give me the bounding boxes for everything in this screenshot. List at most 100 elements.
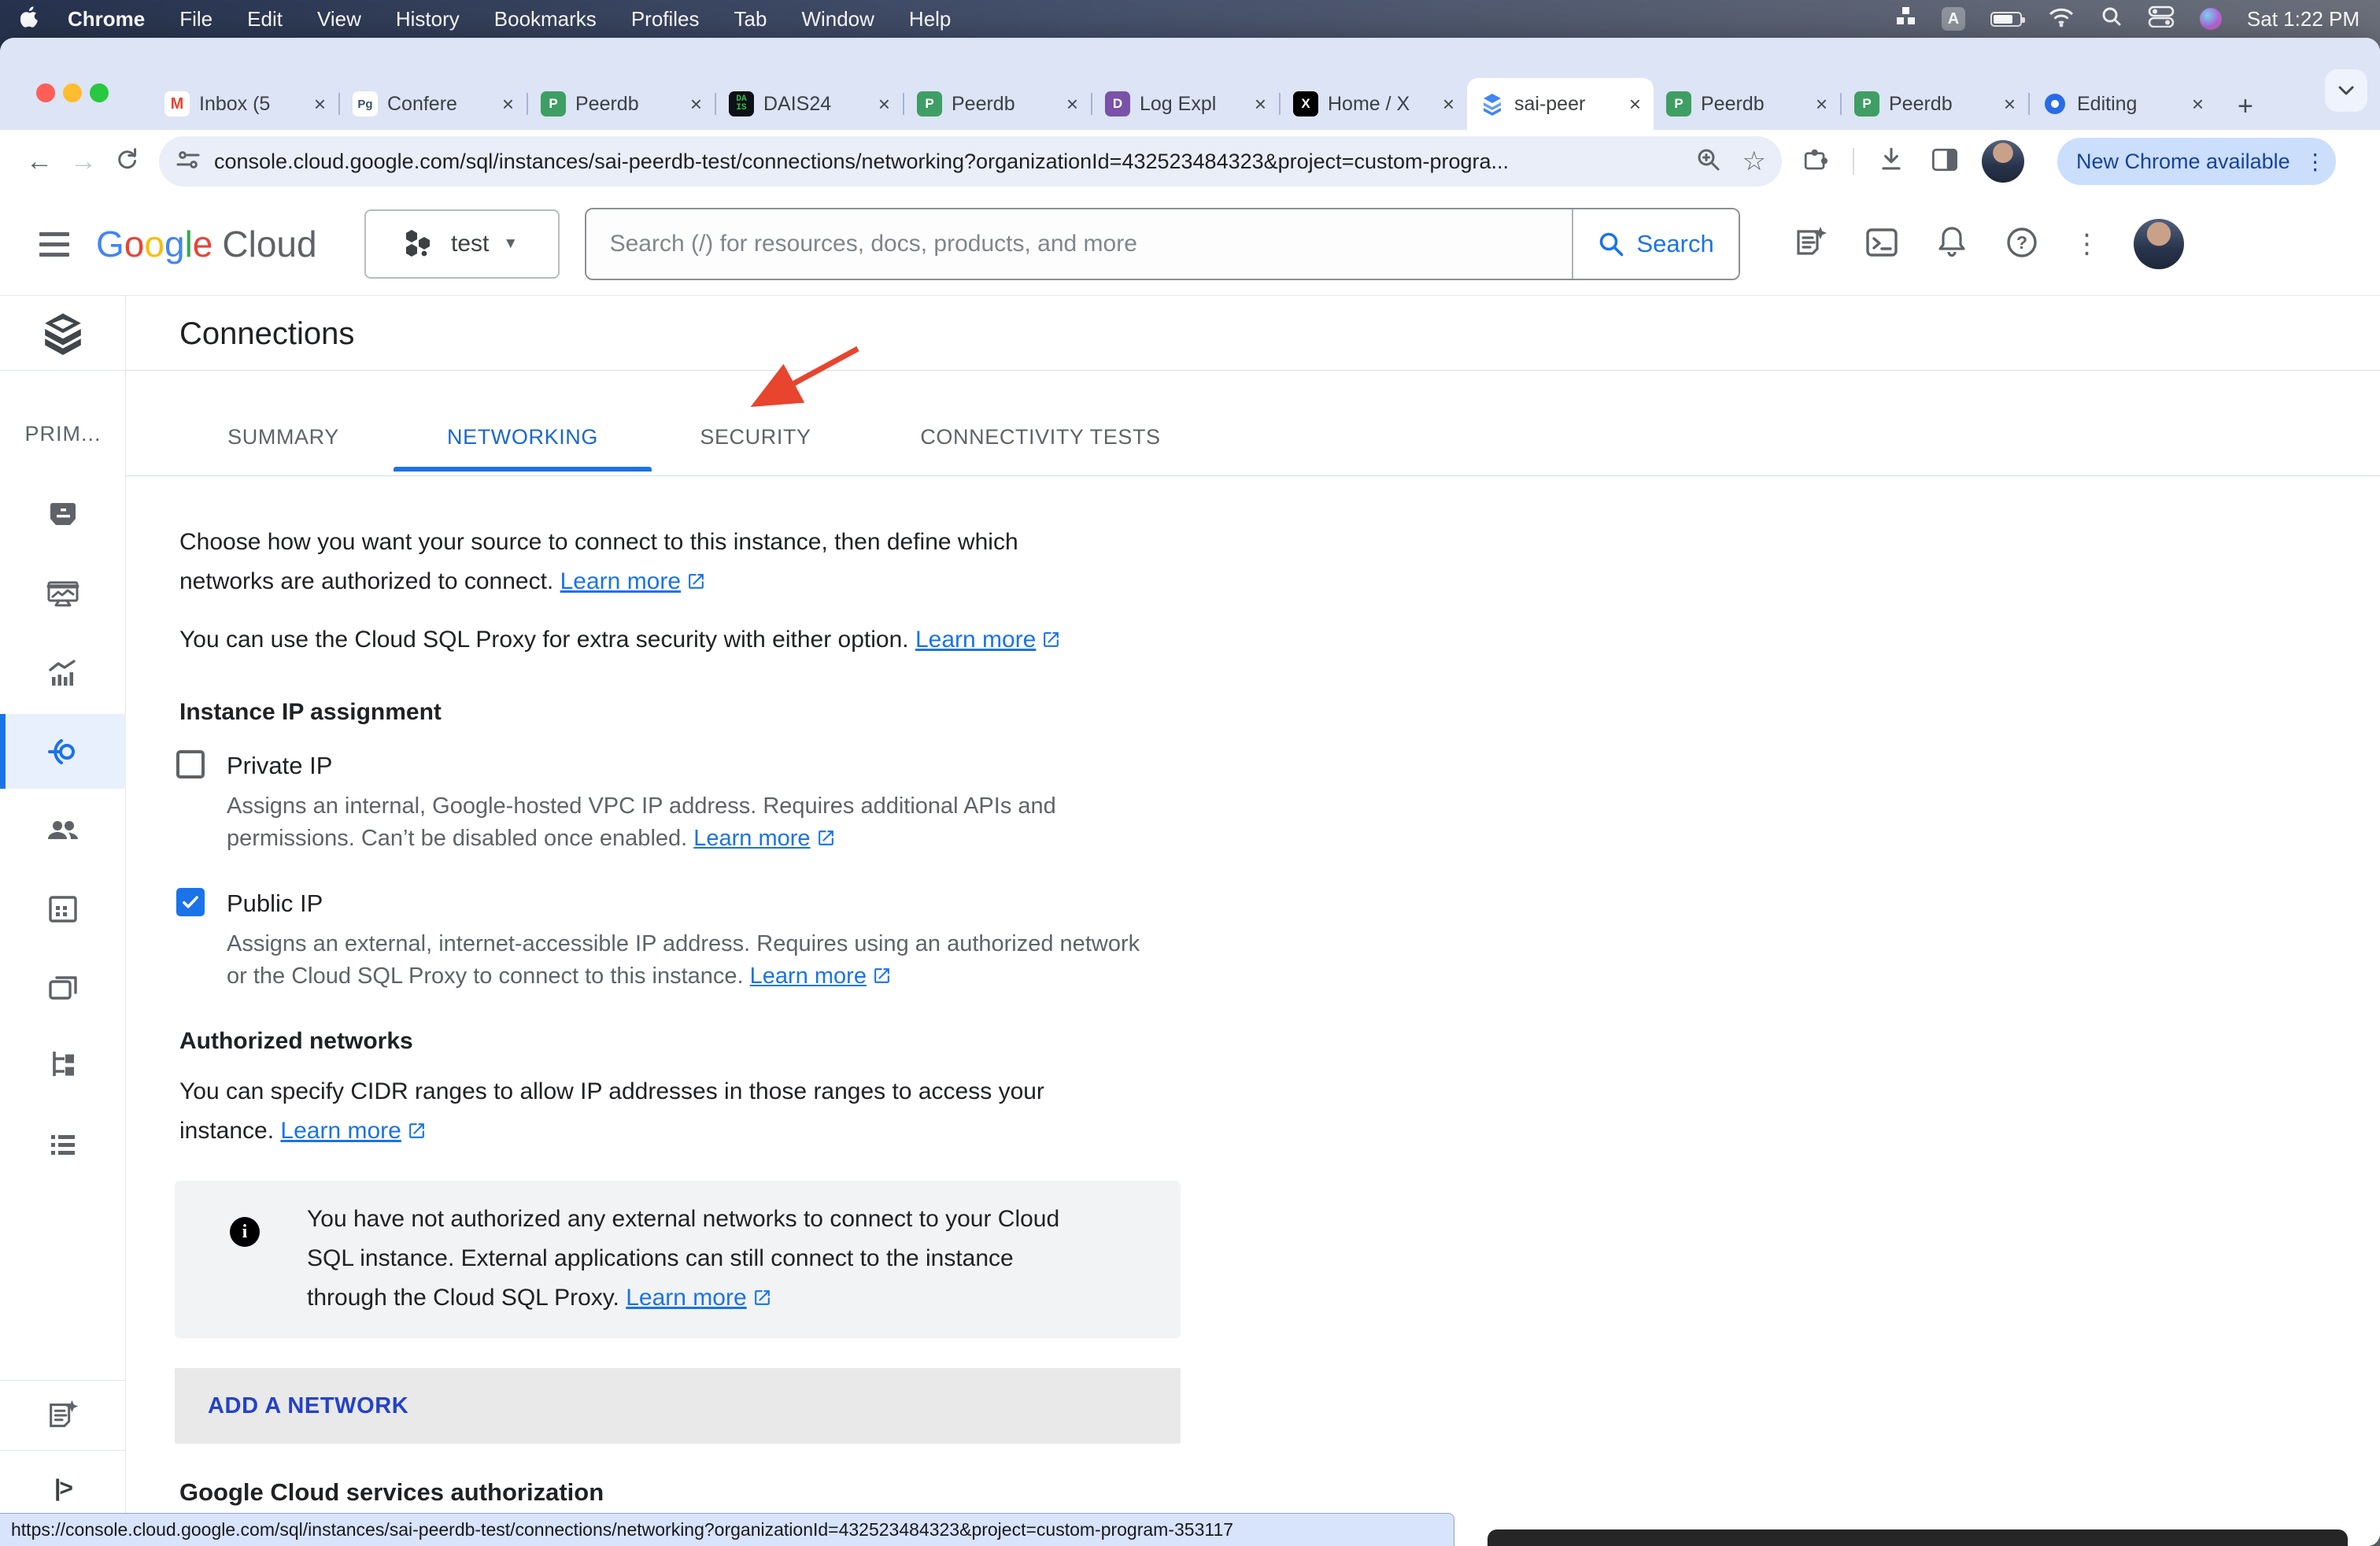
close-icon[interactable]: × [1629,94,1641,114]
tab-title: Confere [387,93,493,116]
new-tab-button[interactable]: + [2238,91,2253,122]
browser-tab[interactable]: D Log Expl × [1092,78,1279,130]
learn-more-link[interactable]: Learn more [693,826,835,851]
close-window-button[interactable] [36,83,55,102]
browser-tab[interactable]: P Peerdb × [904,78,1091,130]
tab-security[interactable]: SECURITY [700,425,811,449]
sidebar-item-system-insights[interactable] [0,556,126,631]
close-icon[interactable]: × [1816,94,1828,114]
private-ip-checkbox[interactable] [176,750,205,779]
learn-more-link[interactable]: Learn more [560,568,706,594]
peerdb-favicon: P [1666,91,1691,117]
battery-icon[interactable] [1990,12,2022,27]
sidebar-item-replicas[interactable] [0,1026,126,1101]
zoom-window-button[interactable] [90,83,109,102]
project-picker-button[interactable]: test ▼ [364,209,560,279]
app-badge-icon[interactable]: A [1942,7,1965,31]
browser-tab[interactable]: P Peerdb × [1842,78,2028,130]
gemini-assist-icon[interactable] [1792,224,1830,265]
forward-icon[interactable]: → [61,146,105,177]
search-button[interactable]: Search [1572,209,1739,279]
wifi-icon[interactable] [2047,6,2075,33]
navigation-menu-icon[interactable] [39,232,69,257]
sidebar-item-release-notes[interactable] [0,1381,126,1450]
browser-tab[interactable]: DAIS DAIS24 × [716,78,903,130]
chrome-update-button[interactable]: New Chrome available ⋮ [2057,138,2336,185]
private-ip-label[interactable]: Private IP [227,752,332,780]
side-panel-icon[interactable] [1928,143,1961,180]
back-icon[interactable]: ← [17,146,61,177]
site-settings-icon[interactable] [175,147,201,176]
apple-logo-icon[interactable] [20,6,39,33]
menu-item-edit[interactable]: Edit [247,7,283,31]
tab-summary[interactable]: SUMMARY [227,425,339,449]
learn-more-link[interactable]: Learn more [915,627,1061,653]
close-icon[interactable]: × [2004,94,2016,114]
menu-bar-clock[interactable]: Sat 1:22 PM [2247,7,2360,31]
display-grid-icon[interactable] [1894,6,1916,33]
menu-item-profiles[interactable]: Profiles [631,7,700,31]
extensions-icon[interactable] [1799,143,1832,180]
control-center-icon[interactable] [2148,6,2175,33]
url-text[interactable]: console.cloud.google.com/sql/instances/s… [214,150,1695,174]
bookmark-star-icon[interactable]: ☆ [1743,148,1766,175]
close-icon[interactable]: × [314,94,326,114]
sidebar-item-overview[interactable] [0,477,126,552]
browser-tab[interactable]: Editing × [2030,78,2216,130]
browser-tab-active[interactable]: sai-peer × [1467,78,1654,130]
learn-more-link[interactable]: Learn more [280,1118,426,1144]
download-icon[interactable] [1875,143,1908,180]
sidebar-item-users[interactable] [0,793,126,867]
tab-connectivity-tests[interactable]: CONNECTIVITY TESTS [920,425,1160,449]
browser-profile-avatar[interactable] [1982,140,2024,183]
close-icon[interactable]: × [1443,94,1454,114]
sidebar-item-databases[interactable] [0,871,126,946]
public-ip-checkbox[interactable] [176,888,205,916]
menu-item-bookmarks[interactable]: Bookmarks [494,7,597,31]
sidebar-item-operations[interactable] [0,1108,126,1182]
address-bar[interactable]: console.cloud.google.com/sql/instances/s… [159,136,1782,187]
add-network-button[interactable]: ADD A NETWORK [175,1368,1181,1444]
sidebar-collapse-button[interactable]: |> [0,1475,126,1502]
google-cloud-logo[interactable]: Google Cloud [96,223,317,265]
close-icon[interactable]: × [1255,94,1266,114]
cloud-shell-icon[interactable] [1863,224,1901,265]
tab-search-button[interactable] [2325,69,2367,112]
spotlight-search-icon[interactable] [2101,6,2123,33]
sidebar-item-query-insights[interactable] [0,637,126,712]
menu-item-chrome[interactable]: Chrome [68,7,145,31]
minimize-window-button[interactable] [63,83,82,102]
sidebar-item-backups[interactable] [0,951,126,1026]
cloud-sql-logo-icon[interactable] [0,296,126,370]
menu-item-window[interactable]: Window [801,7,874,31]
menu-item-file[interactable]: File [179,7,213,31]
browser-tab[interactable]: M Inbox (5 × [152,78,338,130]
tab-networking[interactable]: NETWORKING [447,425,598,449]
notifications-bell-icon[interactable] [1934,224,1970,265]
help-icon[interactable]: ? [2003,224,2041,265]
sidebar-item-connections[interactable] [0,714,126,789]
reload-icon[interactable] [105,142,150,181]
browser-tab[interactable]: X Home / X × [1281,78,1467,130]
browser-tab[interactable]: P Peerdb × [1654,78,1840,130]
close-icon[interactable]: × [502,94,514,114]
account-avatar[interactable] [2134,219,2184,269]
menu-item-history[interactable]: History [396,7,460,31]
siri-icon[interactable] [2200,8,2222,30]
menu-item-view[interactable]: View [317,7,361,31]
learn-more-link[interactable]: Learn more [626,1285,771,1311]
close-icon[interactable]: × [878,94,890,114]
browser-tab[interactable]: Pg Confere × [340,78,527,130]
browser-menu-icon[interactable]: ⋮ [2304,149,2326,175]
close-icon[interactable]: × [2192,94,2204,114]
zoom-icon[interactable] [1695,146,1722,177]
more-options-icon[interactable]: ⋮ [2074,228,2101,260]
menu-item-help[interactable]: Help [909,7,951,31]
search-input[interactable] [586,209,1572,279]
public-ip-label[interactable]: Public IP [227,890,323,918]
learn-more-link[interactable]: Learn more [750,963,892,989]
browser-tab[interactable]: P Peerdb × [528,78,715,130]
menu-item-tab[interactable]: Tab [734,7,767,31]
close-icon[interactable]: × [1066,94,1078,114]
close-icon[interactable]: × [690,94,702,114]
